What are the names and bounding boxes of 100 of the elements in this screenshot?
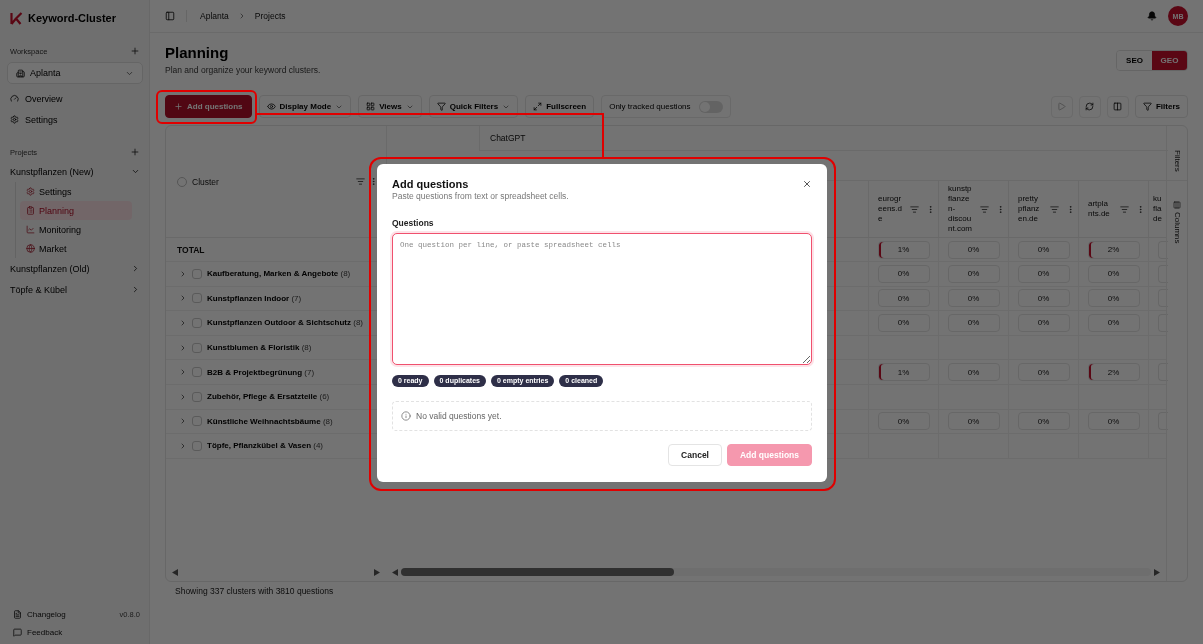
side-tab[interactable]: Filters xyxy=(1172,150,1182,172)
value-cell: 0% xyxy=(1017,264,1070,283)
value-cell: 0% xyxy=(1017,412,1070,431)
chevron-right-icon[interactable] xyxy=(179,319,187,327)
more-icon[interactable] xyxy=(369,177,378,186)
toolbar-button[interactable]: Fullscreen xyxy=(525,95,595,118)
gear-icon xyxy=(26,187,35,196)
project-nav-item[interactable]: Planning xyxy=(20,201,132,220)
value-cell: 0% xyxy=(947,264,1000,283)
project-nav-item[interactable]: Settings xyxy=(20,182,132,201)
close-icon[interactable] xyxy=(802,178,812,189)
dialog-subtitle: Paste questions from text or spreadsheet cells. xyxy=(392,190,569,202)
document-icon xyxy=(13,609,22,619)
project-item[interactable]: Kunstpflanzen (New) xyxy=(10,161,140,182)
globe-icon xyxy=(26,244,35,253)
refresh-button[interactable] xyxy=(1079,95,1101,118)
caret-left-icon[interactable] xyxy=(172,568,178,576)
value-cell: 1% xyxy=(877,240,930,259)
columns-button[interactable] xyxy=(1107,95,1129,118)
row-checkbox[interactable] xyxy=(192,440,202,451)
app-name: Keyword-Cluster xyxy=(28,12,117,24)
chevron-right-icon[interactable] xyxy=(179,269,187,278)
cluster-name: Zubehör, Pflege & Ersatzteile (6) xyxy=(207,392,330,402)
plus-icon[interactable] xyxy=(130,147,140,157)
column-header: eurogreens.de xyxy=(878,194,903,224)
cluster-name: Kunstpflanzen Indoor (7) xyxy=(207,293,302,303)
breadcrumb-link[interactable]: Aplanta xyxy=(200,11,229,21)
value-cell: 0% xyxy=(947,289,1000,308)
row-checkbox[interactable] xyxy=(192,342,202,353)
caret-left-icon[interactable] xyxy=(392,568,398,576)
page-title: Planning xyxy=(165,44,230,62)
caret-right-icon[interactable] xyxy=(374,568,380,576)
add-questions-button[interactable]: Add questions xyxy=(165,95,252,118)
column-header: ku fla de xyxy=(1153,194,1163,224)
filter-icon[interactable] xyxy=(980,204,990,214)
select-all-checkbox[interactable] xyxy=(177,176,187,187)
chevron-right-icon[interactable] xyxy=(179,441,187,450)
filter-icon[interactable] xyxy=(356,177,365,186)
breadcrumb-link[interactable]: Projects xyxy=(254,11,286,21)
plus-icon xyxy=(174,102,183,111)
value-cell: 0% xyxy=(1087,264,1140,283)
chevron-right-icon[interactable] xyxy=(179,392,187,401)
value-cell: 0% xyxy=(1087,314,1140,332)
filters-button[interactable]: Filters xyxy=(1135,95,1188,118)
workspace-select[interactable]: Aplanta xyxy=(7,62,143,84)
scrollbar-thumb[interactable] xyxy=(401,568,674,576)
value-cell: 0% xyxy=(1017,240,1070,259)
feedback-link[interactable]: Feedback xyxy=(10,623,140,641)
filter-icon[interactable] xyxy=(1120,204,1130,214)
project-item[interactable]: Kunstpflanzen (Old) xyxy=(10,258,140,279)
cancel-button[interactable]: Cancel xyxy=(668,443,722,466)
filter-icon[interactable] xyxy=(910,204,920,214)
total-label: TOTAL xyxy=(177,244,205,255)
toolbar-button[interactable]: Views xyxy=(358,95,422,118)
chevron-right-icon[interactable] xyxy=(179,417,187,426)
toolbar-button[interactable]: Display Mode xyxy=(258,95,352,118)
caret-right-icon[interactable] xyxy=(1154,568,1160,576)
side-tab[interactable]: Columns xyxy=(1172,211,1182,244)
line-chart-icon xyxy=(26,225,35,234)
row-checkbox[interactable] xyxy=(192,416,202,427)
chevron-right-icon[interactable] xyxy=(179,343,187,352)
chevron-right-icon[interactable] xyxy=(179,294,187,303)
nav-item[interactable]: Overview xyxy=(10,88,140,109)
columns-icon[interactable] xyxy=(1173,200,1181,209)
group-header: ChatGPT xyxy=(490,133,526,143)
sidebar-toggle-icon[interactable] xyxy=(165,11,175,21)
chevron-right-icon[interactable] xyxy=(179,368,187,377)
gauge-icon xyxy=(10,94,19,103)
value-cell: 2% xyxy=(1087,363,1140,382)
refresh-icon xyxy=(1085,102,1095,111)
row-checkbox[interactable] xyxy=(192,391,202,402)
value-cell: 0% xyxy=(947,412,1000,431)
toolbar-button[interactable]: Quick Filters xyxy=(428,95,519,118)
funnel-icon xyxy=(436,102,446,111)
value-cell: 2% xyxy=(1087,240,1140,259)
value-cell: 1% xyxy=(877,363,930,382)
row-checkbox[interactable] xyxy=(192,318,202,328)
project-nav-item[interactable]: Monitoring xyxy=(20,220,132,239)
field-label: Questions xyxy=(392,216,435,229)
row-checkbox[interactable] xyxy=(192,293,202,304)
row-checkbox[interactable] xyxy=(192,367,202,378)
funnel-icon xyxy=(1143,102,1152,111)
gear-icon xyxy=(10,115,19,124)
cluster-name: Kaufberatung, Marken & Angebote (8) xyxy=(207,269,351,279)
value-cell: 0% xyxy=(1087,412,1140,431)
nav-item[interactable]: Settings xyxy=(10,109,140,130)
column-header: artplants.de xyxy=(1088,199,1111,219)
bell-icon[interactable] xyxy=(1147,11,1157,21)
notice-text: No valid questions yet. xyxy=(416,410,502,421)
project-nav-item[interactable]: Market xyxy=(20,239,132,258)
value-cell: 0% xyxy=(877,289,930,308)
clipboard-icon xyxy=(26,206,35,215)
filter-icon[interactable] xyxy=(1050,204,1060,214)
plus-icon[interactable] xyxy=(130,46,140,56)
mode-tab[interactable]: GEO xyxy=(1152,50,1187,70)
value-cell: 0% xyxy=(877,412,930,431)
building-icon xyxy=(16,68,25,78)
project-item[interactable]: Töpfe & Kübel xyxy=(10,279,140,300)
grid-icon xyxy=(366,102,376,111)
row-checkbox[interactable] xyxy=(192,268,202,279)
